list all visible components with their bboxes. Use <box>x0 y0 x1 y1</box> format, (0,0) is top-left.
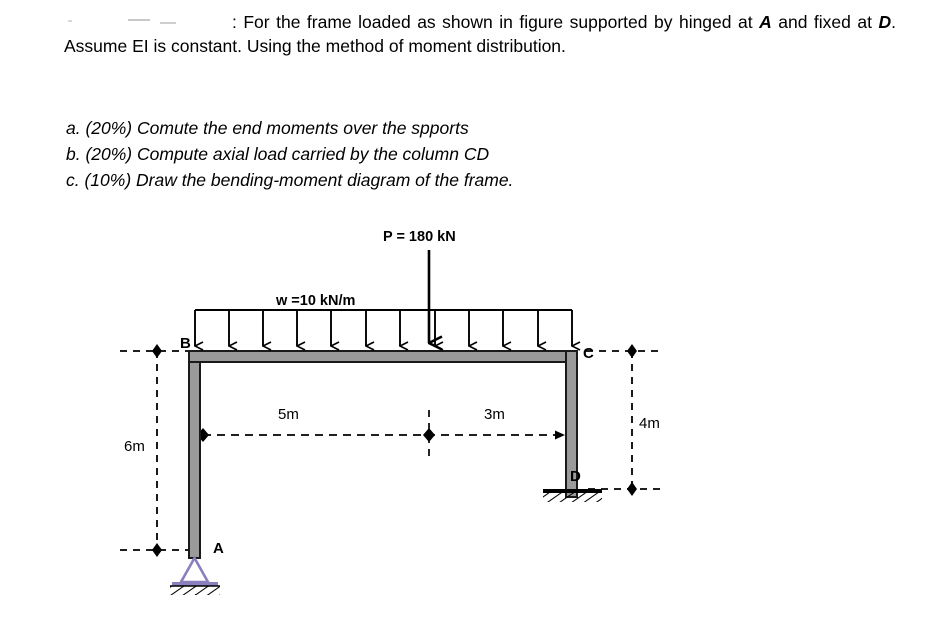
support-d-fixed <box>543 489 602 502</box>
support-a-hinge <box>170 555 220 595</box>
question-item-c: c. (10%) Draw the bending-moment diagram… <box>66 169 514 190</box>
question-item-a: a. (20%) Comute the end moments over the… <box>66 118 469 138</box>
member-bc-beam <box>188 350 578 363</box>
statement-node-d: D <box>878 12 892 32</box>
member-ab-column <box>188 350 201 559</box>
statement-main-text: : For the frame loaded as shown in figur… <box>232 12 760 32</box>
dimension-span <box>197 410 565 460</box>
udl-label: w =10 kN/m <box>276 293 356 309</box>
dimension-label-3m: 3m <box>484 406 505 423</box>
question-list: a. (20%) Comute the end moments over the… <box>66 116 513 194</box>
dimension-4m <box>627 344 637 496</box>
point-load-label: P = 180 kN <box>383 229 456 245</box>
joint-label-a: A <box>213 540 224 557</box>
dimension-witness-lines <box>120 350 664 551</box>
dimension-6m <box>152 344 162 557</box>
joint-label-b: B <box>180 335 191 352</box>
frame-diagram: P = 180 kN w =10 kN/m B C D A 6m 5m 3m 4… <box>0 210 926 632</box>
problem-statement: : For the frame loaded as shown in figur… <box>64 10 896 58</box>
udl-load-group <box>195 309 572 346</box>
joint-label-c: C <box>583 345 594 362</box>
dimension-label-4m: 4m <box>639 415 660 432</box>
statement-mid-text: and fixed at <box>771 12 879 32</box>
dimension-label-6m: 6m <box>124 438 145 455</box>
dimension-label-5m: 5m <box>278 406 299 423</box>
question-item-b: b. (20%) Compute axial load carried by t… <box>66 143 490 164</box>
statement-node-a: A <box>759 12 772 32</box>
obscured-text-smudge <box>64 16 232 29</box>
frame-diagram-svg <box>120 250 664 595</box>
joint-label-d: D <box>570 468 581 485</box>
